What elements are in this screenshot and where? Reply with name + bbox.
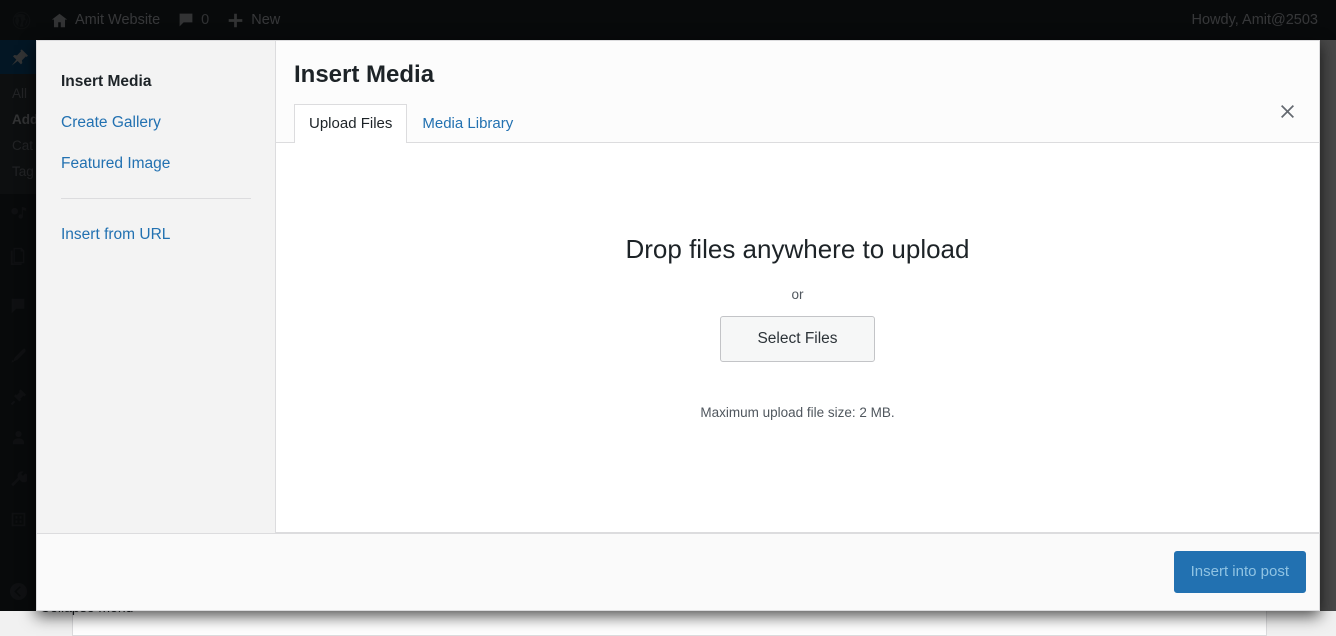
- modal-menu-divider: [61, 198, 251, 199]
- modal-footer-toolbar: Insert into post: [37, 533, 1319, 610]
- tab-upload-files[interactable]: Upload Files: [294, 104, 407, 144]
- select-files-button[interactable]: Select Files: [720, 316, 874, 363]
- modal-menu-item-create-gallery[interactable]: Create Gallery: [37, 102, 275, 143]
- modal-tabs: Upload Files Media Library: [276, 104, 1319, 144]
- modal-menu-item-featured-image[interactable]: Featured Image: [37, 143, 275, 184]
- insert-into-post-button[interactable]: Insert into post: [1174, 551, 1306, 593]
- modal-body: Insert Media Create Gallery Featured Ima…: [37, 41, 1319, 533]
- upload-dropzone[interactable]: Drop files anywhere to upload or Select …: [276, 143, 1319, 533]
- modal-menu-item-insert-media[interactable]: Insert Media: [37, 61, 275, 102]
- tab-media-library[interactable]: Media Library: [407, 104, 528, 144]
- modal-menu-item-insert-from-url[interactable]: Insert from URL: [37, 214, 275, 255]
- drop-files-heading: Drop files anywhere to upload: [626, 233, 970, 267]
- insert-media-modal: Insert Media Create Gallery Featured Ima…: [36, 40, 1320, 611]
- or-label: or: [791, 287, 803, 302]
- modal-title: Insert Media: [276, 41, 1319, 90]
- max-upload-size-text: Maximum upload file size: 2 MB.: [700, 405, 894, 420]
- modal-content: Insert Media Upload Files Media Library …: [276, 41, 1319, 533]
- modal-sidebar-menu: Insert Media Create Gallery Featured Ima…: [37, 41, 276, 533]
